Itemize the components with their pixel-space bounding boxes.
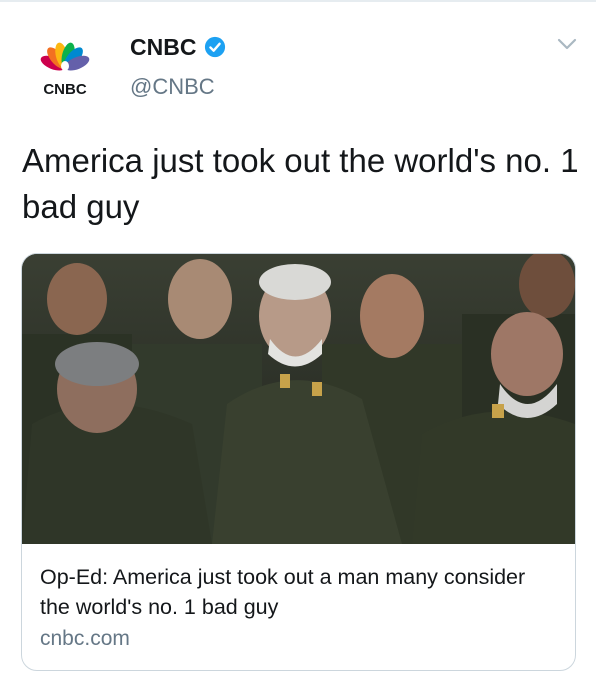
- card-domain: cnbc.com: [40, 627, 130, 650]
- author-handle[interactable]: @CNBC: [130, 74, 215, 100]
- chevron-down-icon[interactable]: [556, 36, 578, 52]
- author-display-name[interactable]: CNBC: [130, 34, 196, 61]
- card-news-photo: [22, 254, 575, 544]
- tweet-header: CNBC CNBC @CNBC: [0, 0, 596, 120]
- card-title[interactable]: Op-Ed: America just took out a man many …: [40, 562, 560, 622]
- tweet-text: America just took out the world's no. 1 …: [22, 142, 579, 225]
- avatar-logo-text: CNBC: [43, 81, 86, 98]
- link-preview-card[interactable]: Op-Ed: America just took out a man many …: [21, 253, 576, 671]
- author-name-row: CNBC: [130, 32, 226, 62]
- verified-badge-icon: [205, 36, 226, 58]
- cnbc-logo-avatar[interactable]: CNBC: [28, 34, 102, 100]
